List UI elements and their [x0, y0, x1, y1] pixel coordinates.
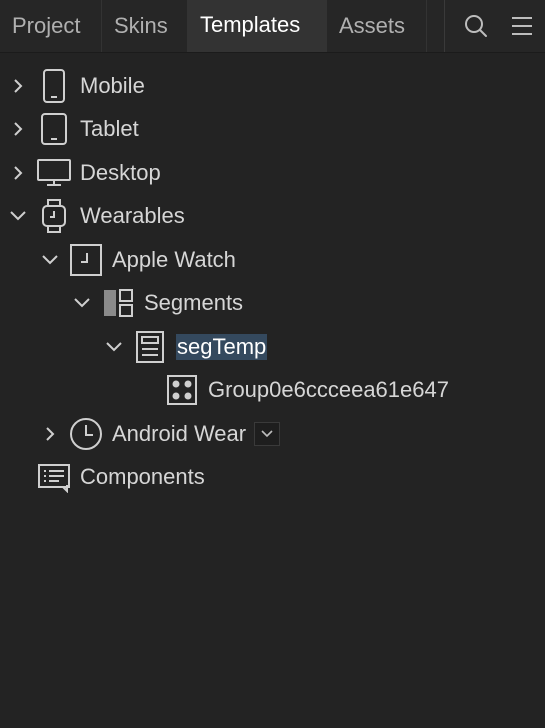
tab-assets[interactable]: Assets — [327, 0, 427, 52]
tablet-icon — [36, 111, 72, 147]
chevron-down-icon[interactable] — [38, 248, 62, 272]
tab-bar: Project Skins Templates Assets — [0, 0, 545, 53]
phone-icon — [36, 68, 72, 104]
monitor-icon — [36, 155, 72, 191]
tree-item-segments[interactable]: Segments — [0, 282, 545, 326]
tree-item-components[interactable]: Components — [0, 456, 545, 500]
chevron-down-icon[interactable] — [102, 335, 126, 359]
tree-item-label: Components — [80, 464, 205, 490]
tree-item-label: Mobile — [80, 72, 145, 98]
templates-panel: Project Skins Templates Assets Mobile Ta… — [0, 0, 545, 728]
watch-icon — [36, 198, 72, 234]
watch-face-icon — [68, 242, 104, 278]
tree-item-label: Segments — [144, 290, 244, 316]
chevron-right-icon[interactable] — [6, 117, 30, 141]
segments-icon — [100, 285, 136, 321]
chevron-down-icon[interactable] — [70, 291, 94, 315]
tree-item-label: Android Wear — [112, 420, 247, 446]
tab-skins[interactable]: Skins — [102, 0, 188, 52]
tree-item-label: Group0e6ccceea61e647 — [208, 377, 449, 403]
search-icon[interactable] — [453, 0, 499, 52]
tree-item-label: Tablet — [80, 116, 139, 142]
tree-item-label: Wearables — [80, 203, 185, 229]
tree-item-label: Desktop — [80, 159, 161, 185]
tab-templates[interactable]: Templates — [188, 0, 327, 52]
templates-tree: Mobile Tablet Desktop Wearables Apple Wa… — [0, 64, 545, 499]
tree-item-label: Apple Watch — [112, 246, 236, 272]
tree-item-mobile[interactable]: Mobile — [0, 64, 545, 108]
group-icon — [164, 372, 200, 408]
chevron-down-icon[interactable] — [6, 204, 30, 228]
tree-item-android-wear[interactable]: Android Wear — [0, 412, 545, 456]
chevron-right-icon[interactable] — [6, 161, 30, 185]
tree-item-group[interactable]: Group0e6ccceea61e647 — [0, 369, 545, 413]
tree-item-wearables[interactable]: Wearables — [0, 195, 545, 239]
context-dropdown-button[interactable] — [254, 421, 281, 446]
tree-item-tablet[interactable]: Tablet — [0, 108, 545, 152]
chevron-right-icon[interactable] — [6, 74, 30, 98]
components-icon — [36, 459, 72, 495]
tree-item-segtemp[interactable]: segTemp — [0, 325, 545, 369]
tree-item-desktop[interactable]: Desktop — [0, 151, 545, 195]
tree-item-label: segTemp — [176, 333, 268, 360]
template-icon — [132, 329, 168, 365]
tab-tools — [444, 0, 545, 52]
hamburger-menu-icon[interactable] — [499, 0, 545, 52]
tab-project[interactable]: Project — [0, 0, 102, 52]
clock-icon — [68, 416, 104, 452]
tree-item-apple-watch[interactable]: Apple Watch — [0, 238, 545, 282]
chevron-right-icon[interactable] — [38, 422, 62, 446]
